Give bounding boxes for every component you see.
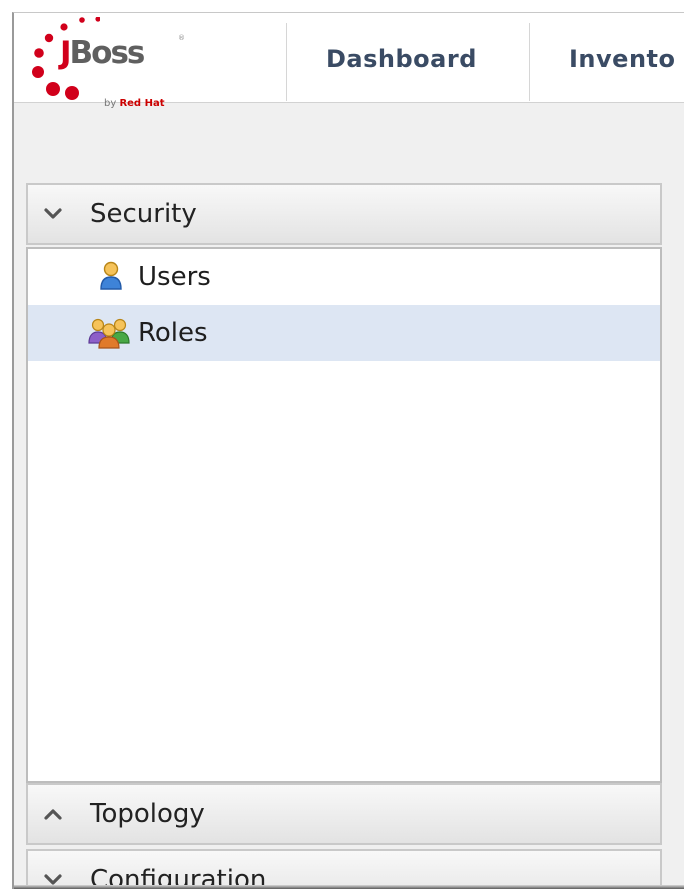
security-panel: Users Roles bbox=[26, 247, 662, 783]
tree-item-label: Users bbox=[138, 262, 211, 292]
tree-item-roles[interactable]: Roles bbox=[28, 305, 660, 361]
tree-item-users[interactable]: Users bbox=[28, 249, 660, 305]
logo-registered-mark: ® bbox=[178, 34, 185, 42]
section-header-topology[interactable]: Topology bbox=[26, 783, 662, 845]
section-label-security: Security bbox=[90, 199, 197, 229]
chevron-up-icon bbox=[44, 809, 62, 820]
nav-divider bbox=[286, 23, 287, 101]
roles-group-icon bbox=[88, 318, 130, 349]
user-icon bbox=[100, 261, 122, 290]
top-header: JBoss ® by Red Hat Dashboard Invento bbox=[14, 13, 684, 109]
nav-divider bbox=[529, 23, 530, 101]
nav-tab-dashboard[interactable]: Dashboard bbox=[326, 41, 477, 77]
section-header-security[interactable]: Security bbox=[26, 183, 662, 245]
app-window: JBoss ® by Red Hat Dashboard Invento Sec… bbox=[12, 12, 684, 889]
section-label-configuration: Configuration bbox=[90, 865, 267, 889]
nav-tab-inventory[interactable]: Invento bbox=[569, 41, 675, 77]
logo-byline: by Red Hat bbox=[104, 98, 165, 109]
section-label-topology: Topology bbox=[90, 799, 205, 829]
chevron-down-icon bbox=[44, 208, 62, 219]
section-header-configuration[interactable]: Configuration bbox=[26, 849, 662, 889]
logo-wordmark: JBoss bbox=[60, 35, 145, 71]
tree-item-label: Roles bbox=[138, 318, 208, 348]
jboss-logo[interactable]: JBoss ® by Red Hat bbox=[28, 17, 188, 109]
chevron-down-icon bbox=[44, 874, 62, 885]
